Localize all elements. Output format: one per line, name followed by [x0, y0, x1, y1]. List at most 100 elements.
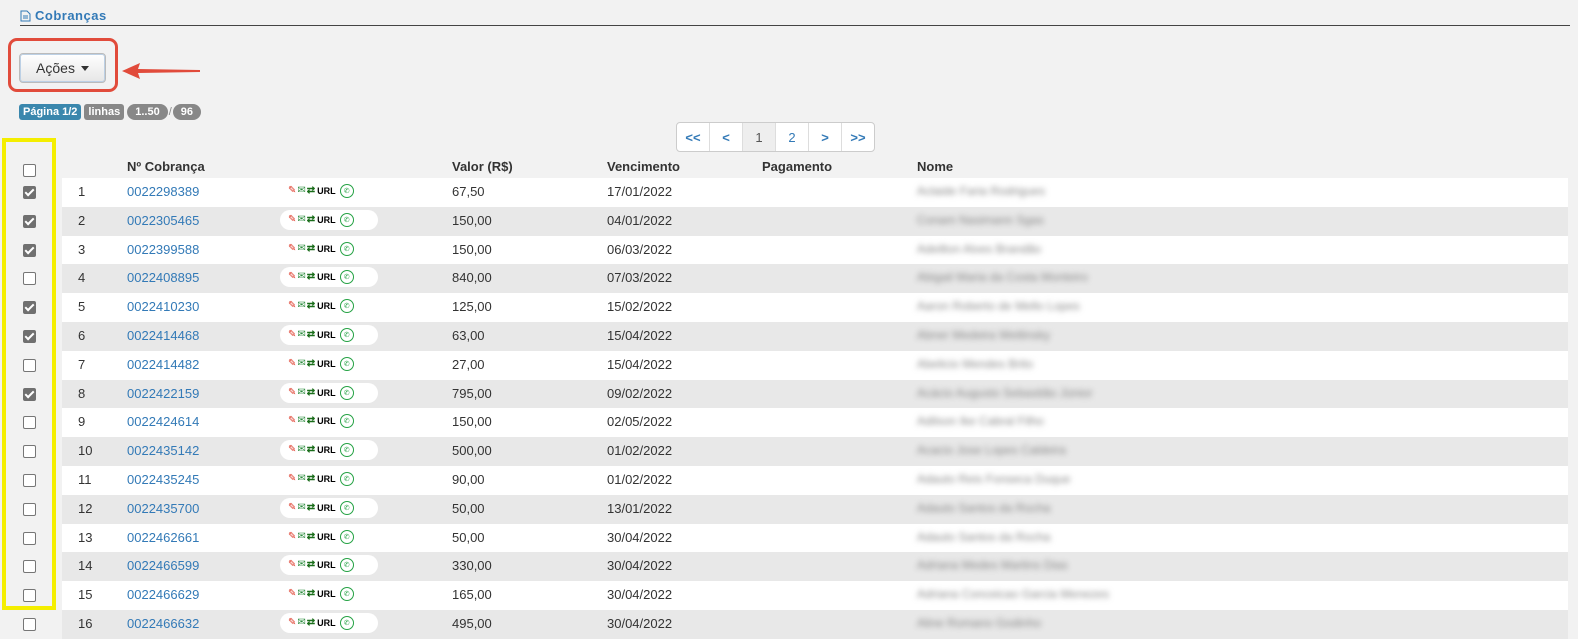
email-icon[interactable]: ✉: [297, 186, 305, 196]
whatsapp-icon[interactable]: ✆: [339, 356, 354, 371]
whatsapp-icon[interactable]: ✆: [339, 414, 354, 429]
pdf-icon[interactable]: ✎: [288, 531, 296, 542]
pdf-icon[interactable]: ✎: [288, 272, 296, 282]
email-icon[interactable]: ✉: [297, 272, 305, 282]
swap-icon[interactable]: ⇄: [307, 560, 315, 570]
cobranca-link[interactable]: 0022414482: [127, 357, 199, 372]
whatsapp-icon[interactable]: ✆: [339, 443, 354, 458]
pdf-icon[interactable]: ✎: [288, 445, 296, 455]
row-checkbox[interactable]: [23, 531, 36, 545]
row-checkbox[interactable]: [23, 358, 36, 372]
swap-icon[interactable]: ⇄: [307, 618, 315, 628]
cobranca-link[interactable]: 0022424614: [127, 414, 199, 429]
email-icon[interactable]: ✉: [297, 502, 305, 513]
cobranca-link[interactable]: 0022435700: [127, 501, 199, 516]
cobranca-link[interactable]: 0022466632: [127, 616, 199, 631]
pdf-icon[interactable]: ✎: [288, 589, 296, 599]
whatsapp-icon[interactable]: ✆: [339, 328, 354, 342]
select-all-checkbox[interactable]: [23, 164, 36, 177]
page-1-button[interactable]: 1: [743, 123, 776, 151]
pdf-icon[interactable]: ✎: [288, 387, 296, 398]
url-link[interactable]: URL: [317, 359, 336, 369]
row-checkbox[interactable]: [23, 445, 36, 459]
cobranca-link[interactable]: 0022399588: [127, 242, 199, 257]
last-page-button[interactable]: >>: [842, 123, 874, 151]
row-checkbox[interactable]: [23, 474, 36, 487]
url-link[interactable]: URL: [317, 330, 336, 340]
swap-icon[interactable]: ⇄: [307, 531, 315, 542]
actions-dropdown-button[interactable]: Ações: [19, 53, 106, 83]
url-link[interactable]: URL: [317, 215, 336, 225]
swap-icon[interactable]: ⇄: [307, 301, 315, 311]
pdf-icon[interactable]: ✎: [288, 416, 296, 426]
url-link[interactable]: URL: [317, 272, 336, 282]
row-checkbox[interactable]: [23, 330, 36, 343]
email-icon[interactable]: ✉: [297, 474, 305, 484]
row-checkbox[interactable]: [23, 387, 36, 401]
row-checkbox[interactable]: [23, 243, 36, 257]
row-checkbox[interactable]: [23, 214, 36, 228]
whatsapp-icon[interactable]: ✆: [339, 616, 354, 630]
whatsapp-icon[interactable]: ✆: [339, 385, 354, 400]
email-icon[interactable]: ✉: [297, 560, 305, 570]
email-icon[interactable]: ✉: [297, 416, 305, 426]
page-2-button[interactable]: 2: [776, 123, 809, 151]
cobranca-link[interactable]: 0022305465: [127, 213, 199, 228]
cobranca-link[interactable]: 0022462661: [127, 530, 199, 545]
column-header-valor[interactable]: Valor (R$): [452, 159, 513, 174]
email-icon[interactable]: ✉: [297, 618, 305, 628]
cobranca-link[interactable]: 0022466629: [127, 587, 199, 602]
whatsapp-icon[interactable]: ✆: [339, 500, 354, 515]
whatsapp-icon[interactable]: ✆: [339, 558, 354, 573]
row-checkbox[interactable]: [23, 560, 36, 574]
cobranca-link[interactable]: 0022410230: [127, 299, 199, 314]
swap-icon[interactable]: ⇄: [307, 272, 315, 282]
cobranca-link[interactable]: 0022422159: [127, 386, 199, 401]
pdf-icon[interactable]: ✎: [288, 301, 296, 311]
swap-icon[interactable]: ⇄: [307, 387, 315, 398]
swap-icon[interactable]: ⇄: [307, 416, 315, 426]
url-link[interactable]: URL: [317, 532, 336, 542]
cobranca-link[interactable]: 0022414468: [127, 328, 199, 343]
column-header-nome[interactable]: Nome: [917, 159, 953, 174]
pdf-icon[interactable]: ✎: [288, 618, 296, 628]
cobranca-link[interactable]: 0022298389: [127, 184, 199, 199]
swap-icon[interactable]: ⇄: [307, 243, 315, 254]
row-checkbox[interactable]: [23, 186, 36, 199]
url-link[interactable]: URL: [317, 503, 336, 513]
first-page-button[interactable]: <<: [677, 123, 710, 151]
row-checkbox[interactable]: [23, 416, 36, 430]
swap-icon[interactable]: ⇄: [307, 330, 315, 340]
column-header-vencimento[interactable]: Vencimento: [607, 159, 680, 174]
whatsapp-icon[interactable]: ✆: [339, 472, 354, 486]
url-link[interactable]: URL: [317, 244, 336, 254]
row-checkbox[interactable]: [23, 502, 36, 516]
whatsapp-icon[interactable]: ✆: [339, 529, 354, 544]
pdf-icon[interactable]: ✎: [288, 243, 296, 254]
swap-icon[interactable]: ⇄: [307, 186, 315, 196]
cobranca-link[interactable]: 0022435142: [127, 443, 199, 458]
row-checkbox[interactable]: [23, 618, 36, 631]
url-link[interactable]: URL: [317, 416, 336, 426]
url-link[interactable]: URL: [317, 388, 336, 398]
swap-icon[interactable]: ⇄: [307, 474, 315, 484]
email-icon[interactable]: ✉: [297, 445, 305, 455]
email-icon[interactable]: ✉: [297, 301, 305, 311]
pdf-icon[interactable]: ✎: [288, 330, 296, 340]
whatsapp-icon[interactable]: ✆: [339, 241, 354, 256]
whatsapp-icon[interactable]: ✆: [339, 212, 354, 227]
row-checkbox[interactable]: [23, 272, 36, 286]
url-link[interactable]: URL: [317, 474, 336, 484]
url-link[interactable]: URL: [317, 301, 336, 311]
cobranca-link[interactable]: 0022408895: [127, 270, 199, 285]
swap-icon[interactable]: ⇄: [307, 358, 315, 369]
column-header-id[interactable]: Nº Cobrança: [127, 159, 205, 174]
row-checkbox[interactable]: [23, 589, 36, 603]
swap-icon[interactable]: ⇄: [307, 502, 315, 513]
row-checkbox[interactable]: [23, 301, 36, 315]
email-icon[interactable]: ✉: [297, 531, 305, 542]
email-icon[interactable]: ✉: [297, 387, 305, 398]
pdf-icon[interactable]: ✎: [288, 502, 296, 513]
url-link[interactable]: URL: [317, 186, 336, 196]
url-link[interactable]: URL: [317, 445, 336, 455]
